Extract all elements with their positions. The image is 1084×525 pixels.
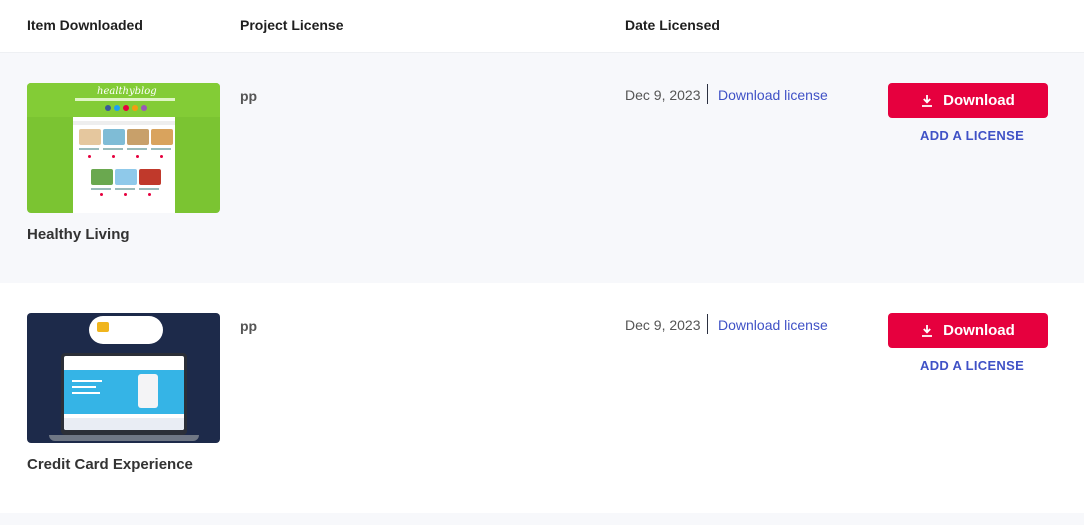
download-button[interactable]: Download xyxy=(888,83,1048,118)
add-license-link[interactable]: ADD A LICENSE xyxy=(920,358,1024,373)
project-license: pp xyxy=(240,318,258,334)
table-header: Item Downloaded Project License Date Lic… xyxy=(0,0,1084,53)
add-license-link[interactable]: ADD A LICENSE xyxy=(920,128,1024,143)
download-icon xyxy=(922,324,933,337)
download-license-link[interactable]: Download license xyxy=(718,87,828,103)
item-thumbnail[interactable]: healthyblog xyxy=(27,83,220,213)
item-title: Healthy Living xyxy=(27,226,130,243)
thumbnail-title: Credit Card Experience xyxy=(117,321,150,334)
healthy-blog-preview: healthyblog xyxy=(27,83,220,213)
table-row: healthyblog Healthy Living pp Dec 9, 202… xyxy=(0,53,1084,283)
column-header-project: Project License xyxy=(240,17,344,33)
table-row: Credit Card Experience Credit Card Exper… xyxy=(0,283,1084,513)
divider xyxy=(707,84,708,104)
download-button-label: Download xyxy=(943,92,1015,109)
credit-card-icon xyxy=(97,322,109,332)
download-icon xyxy=(922,94,933,107)
download-button-label: Download xyxy=(943,322,1015,339)
thumbnail-logo: healthyblog xyxy=(97,86,157,97)
download-license-link[interactable]: Download license xyxy=(718,317,828,333)
date-licensed: Dec 9, 2023 xyxy=(625,87,701,103)
item-title: Credit Card Experience xyxy=(27,456,193,473)
project-license: pp xyxy=(240,88,258,104)
column-header-date: Date Licensed xyxy=(625,17,720,33)
column-header-item: Item Downloaded xyxy=(27,17,143,33)
download-button[interactable]: Download xyxy=(888,313,1048,348)
item-thumbnail[interactable]: Credit Card Experience xyxy=(27,313,220,443)
footer-strip xyxy=(0,513,1084,525)
laptop-mockup xyxy=(61,353,187,435)
credit-card-preview: Credit Card Experience xyxy=(27,313,220,443)
date-licensed: Dec 9, 2023 xyxy=(625,317,701,333)
divider xyxy=(707,314,708,334)
